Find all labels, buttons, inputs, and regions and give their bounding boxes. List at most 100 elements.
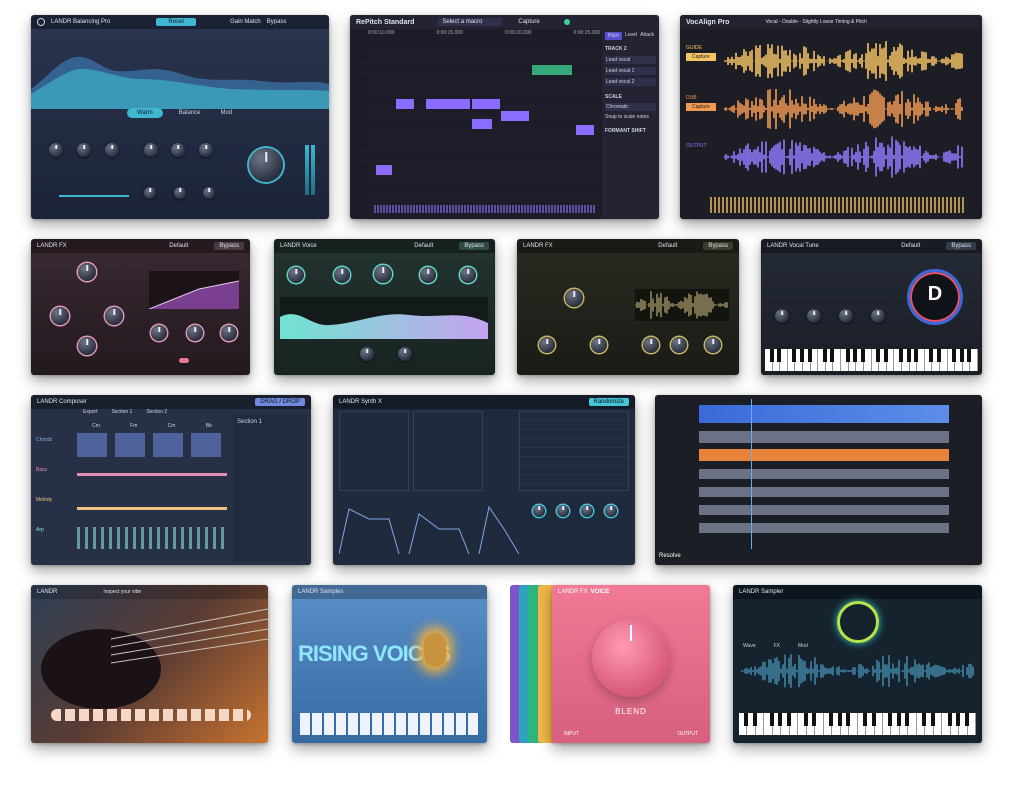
- tab-warm[interactable]: Warm: [127, 108, 163, 118]
- black-key[interactable]: [967, 349, 972, 363]
- knob-mid[interactable]: [77, 143, 91, 157]
- black-key[interactable]: [792, 349, 797, 363]
- piano-key[interactable]: [788, 349, 797, 371]
- playhead[interactable]: [751, 399, 752, 549]
- piano-key[interactable]: [891, 713, 901, 735]
- knob-5[interactable]: [460, 267, 476, 283]
- piano-key[interactable]: [864, 349, 872, 371]
- black-key[interactable]: [876, 349, 881, 363]
- overview-strip[interactable]: [710, 197, 964, 213]
- knob-threshold[interactable]: [151, 325, 167, 341]
- knob-shape[interactable]: [203, 187, 215, 199]
- black-key[interactable]: [803, 713, 808, 727]
- piano-key[interactable]: [832, 713, 842, 735]
- knob-mix[interactable]: [221, 325, 237, 341]
- piano-key[interactable]: [940, 349, 948, 371]
- piano-key[interactable]: [781, 713, 791, 735]
- piano-key[interactable]: [826, 349, 835, 371]
- black-key[interactable]: [777, 349, 782, 363]
- preset-select[interactable]: Default: [414, 243, 433, 249]
- piano-key[interactable]: [970, 349, 979, 371]
- black-key[interactable]: [853, 349, 858, 363]
- tab-section-2[interactable]: Section 2: [146, 409, 167, 415]
- reset-button[interactable]: Reset: [156, 18, 197, 26]
- piano-key[interactable]: [807, 713, 817, 735]
- drag-drop-badge[interactable]: DRAG / DROP: [255, 398, 305, 406]
- black-key[interactable]: [830, 349, 835, 363]
- piano-key[interactable]: [747, 713, 757, 735]
- pad-row[interactable]: [51, 709, 251, 721]
- overload-toggle[interactable]: [179, 358, 189, 363]
- black-key[interactable]: [937, 349, 942, 363]
- piano-key[interactable]: [824, 713, 834, 735]
- gain-match-button[interactable]: Gain Match: [230, 19, 261, 25]
- knob-output[interactable]: [398, 347, 412, 361]
- piano-key[interactable]: [780, 349, 788, 371]
- piano-keyboard[interactable]: [765, 349, 979, 371]
- piano-key[interactable]: [765, 349, 774, 371]
- fx-knob[interactable]: [581, 505, 593, 517]
- knob-ratio[interactable]: [78, 337, 96, 355]
- track-lane[interactable]: [699, 431, 949, 443]
- black-key[interactable]: [898, 349, 903, 363]
- track-lane[interactable]: [699, 469, 949, 479]
- black-key[interactable]: [807, 349, 812, 363]
- knob-high[interactable]: [105, 143, 119, 157]
- black-key[interactable]: [769, 713, 774, 727]
- piano-key[interactable]: [798, 713, 808, 735]
- piano-key[interactable]: [773, 349, 782, 371]
- knob-release[interactable]: [105, 307, 123, 325]
- note-blob[interactable]: [576, 125, 594, 135]
- piano-key[interactable]: [959, 713, 969, 735]
- black-key[interactable]: [822, 349, 827, 363]
- knob-release[interactable]: [171, 143, 185, 157]
- pad-keys[interactable]: [300, 713, 480, 735]
- black-key[interactable]: [906, 349, 911, 363]
- tab-fx[interactable]: FX: [774, 643, 780, 649]
- knob-amount[interactable]: [565, 289, 583, 307]
- piano-key[interactable]: [833, 349, 842, 371]
- bypass-button[interactable]: Bypass: [214, 242, 244, 250]
- black-key[interactable]: [952, 349, 957, 363]
- piano-key[interactable]: [815, 713, 824, 735]
- black-key[interactable]: [812, 713, 817, 727]
- track-lane[interactable]: [699, 405, 949, 423]
- melody-lane[interactable]: [77, 507, 227, 510]
- piano-key[interactable]: [917, 349, 925, 371]
- dub-capture-button[interactable]: Capture: [686, 103, 716, 111]
- black-key[interactable]: [769, 349, 774, 363]
- knob-3[interactable]: [374, 265, 392, 283]
- note-blob[interactable]: [532, 65, 572, 75]
- tab-attack[interactable]: Attack: [640, 32, 654, 40]
- black-key[interactable]: [752, 713, 757, 727]
- black-key[interactable]: [744, 713, 749, 727]
- bypass-button[interactable]: Bypass: [459, 242, 489, 250]
- knob-makeup[interactable]: [187, 325, 203, 341]
- piano-key[interactable]: [849, 713, 858, 735]
- note-blob[interactable]: [472, 119, 492, 129]
- piano-key[interactable]: [900, 713, 910, 735]
- black-key[interactable]: [964, 713, 969, 727]
- black-key[interactable]: [888, 713, 893, 727]
- piano-key[interactable]: [773, 713, 783, 735]
- width-slider[interactable]: [59, 195, 129, 197]
- black-key[interactable]: [800, 349, 805, 363]
- piano-key[interactable]: [803, 349, 812, 371]
- black-key[interactable]: [863, 713, 868, 727]
- black-key[interactable]: [959, 349, 964, 363]
- prompt-input[interactable]: Inspect your vibe: [103, 589, 141, 595]
- bass-lane[interactable]: [77, 473, 227, 476]
- knob-b[interactable]: [591, 337, 607, 353]
- black-key[interactable]: [829, 713, 834, 727]
- piano-key[interactable]: [883, 713, 893, 735]
- preset-select[interactable]: Default: [658, 243, 677, 249]
- black-key[interactable]: [845, 349, 850, 363]
- knob-master[interactable]: [249, 148, 283, 182]
- tab-wave[interactable]: Wave: [743, 643, 756, 649]
- black-key[interactable]: [883, 349, 888, 363]
- chords-lane[interactable]: [77, 433, 227, 457]
- piano-key[interactable]: [894, 349, 903, 371]
- note-blob[interactable]: [396, 99, 414, 109]
- piano-key[interactable]: [811, 349, 819, 371]
- scale-select[interactable]: Chromatic: [605, 103, 656, 111]
